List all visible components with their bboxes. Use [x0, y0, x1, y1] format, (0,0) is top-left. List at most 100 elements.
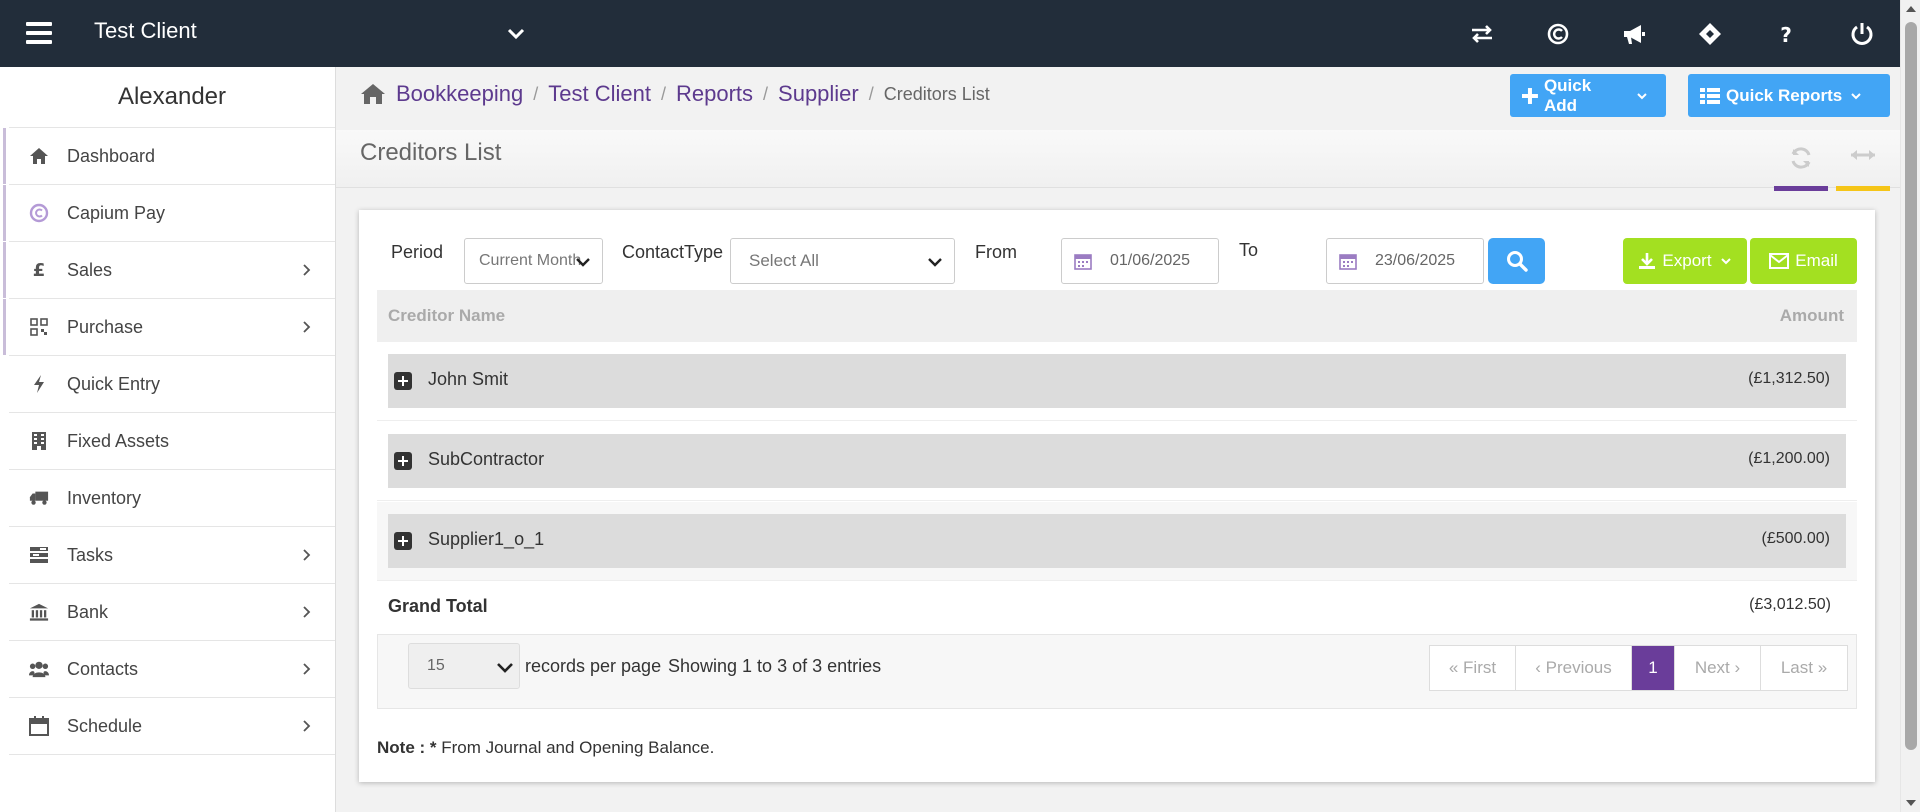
- export-button[interactable]: Export: [1623, 238, 1747, 284]
- sidebar-item-label: Sales: [67, 259, 113, 280]
- refresh-button[interactable]: [1774, 145, 1828, 191]
- breadcrumb-supplier[interactable]: Supplier: [778, 81, 859, 107]
- period-label: Period: [391, 242, 444, 262]
- from-date-input[interactable]: 01/06/2025: [1061, 238, 1219, 284]
- sidebar-item-label: Contacts: [67, 658, 139, 679]
- chevron-down-icon: [928, 258, 942, 267]
- sidebar-item-contacts[interactable]: Contacts: [9, 641, 335, 698]
- sidebar-item-dashboard[interactable]: Dashboard: [3, 128, 335, 185]
- sidebar-user-name: Alexander: [9, 67, 335, 128]
- download-icon: [1639, 253, 1656, 269]
- breadcrumb-reports[interactable]: Reports: [676, 81, 753, 107]
- help-icon[interactable]: ?: [1748, 0, 1824, 67]
- chevron-right-icon: [303, 264, 311, 276]
- tasks-icon: [29, 545, 49, 565]
- records-per-page-value: 15: [427, 657, 445, 674]
- creditor-amount: (£500.00): [1761, 530, 1831, 547]
- page-1-button[interactable]: 1: [1632, 646, 1675, 690]
- to-date-input[interactable]: 23/06/2025: [1326, 238, 1484, 284]
- client-dropdown-icon[interactable]: [504, 22, 528, 46]
- creditor-amount: (£1,200.00): [1748, 450, 1830, 467]
- sidebar-item-schedule[interactable]: Schedule: [9, 698, 335, 755]
- creditor-name: SubContractor: [428, 449, 545, 469]
- report-panel: Period Current Month ContactType Select …: [359, 210, 1875, 782]
- breadcrumb-bookkeeping[interactable]: Bookkeeping: [396, 81, 523, 107]
- creditor-amount: (£1,312.50): [1748, 370, 1830, 387]
- chevron-down-icon: [497, 663, 513, 673]
- sidebar-item-label: Quick Entry: [67, 373, 161, 394]
- sidebar: Alexander Dashboard Capium Pay £ Sales P…: [0, 67, 336, 812]
- table-row: Supplier1_o_1 (£500.00): [377, 502, 1857, 581]
- expand-row-icon[interactable]: [394, 532, 412, 550]
- scroll-down-icon[interactable]: [1906, 800, 1916, 806]
- breadcrumb-test-client[interactable]: Test Client: [548, 81, 651, 107]
- pager: « First ‹ Previous 1 Next › Last »: [1429, 645, 1848, 691]
- capium-pay-icon: [29, 203, 49, 223]
- capium-icon[interactable]: [1520, 0, 1596, 67]
- sidebar-item-bank[interactable]: Bank: [9, 584, 335, 641]
- contact-type-select[interactable]: Select All: [730, 238, 955, 284]
- refresh-icon: [1791, 147, 1811, 169]
- vertical-scrollbar[interactable]: [1900, 0, 1920, 812]
- breadcrumb-separator: /: [533, 83, 539, 104]
- list-icon: [1700, 87, 1720, 104]
- scrollbar-thumb[interactable]: [1905, 22, 1917, 750]
- creditor-row[interactable]: John Smit (£1,312.50): [388, 354, 1846, 408]
- page-title: Creditors List: [360, 139, 502, 166]
- sidebar-item-label: Fixed Assets: [67, 430, 170, 451]
- quick-add-button[interactable]: Quick Add: [1510, 74, 1666, 117]
- expand-row-icon[interactable]: [394, 372, 412, 390]
- from-date-value: 01/06/2025: [1110, 252, 1191, 269]
- sidebar-item-label: Purchase: [67, 316, 144, 337]
- creditor-row[interactable]: SubContractor (£1,200.00): [388, 434, 1846, 488]
- truck-icon: [29, 488, 49, 508]
- sidebar-item-label: Dashboard: [67, 145, 156, 166]
- filter-row: Period Current Month ContactType Select …: [359, 228, 1875, 284]
- sidebar-item-sales[interactable]: £ Sales: [3, 242, 335, 299]
- sidebar-item-inventory[interactable]: Inventory: [9, 470, 335, 527]
- plus-icon: [1522, 87, 1538, 104]
- page-previous-button[interactable]: ‹ Previous: [1516, 646, 1632, 690]
- page-next-button[interactable]: Next ›: [1675, 646, 1761, 690]
- email-button[interactable]: Email: [1750, 238, 1857, 284]
- client-name: Test Client: [94, 18, 197, 43]
- export-label: Export: [1662, 251, 1712, 270]
- sidebar-item-fixed-assets[interactable]: Fixed Assets: [9, 413, 335, 470]
- chevron-down-icon: [1637, 92, 1647, 99]
- sidebar-item-label: Schedule: [67, 715, 143, 736]
- sidebar-item-capium-pay[interactable]: Capium Pay: [3, 185, 335, 242]
- sidebar-item-label: Inventory: [67, 487, 142, 508]
- transfer-icon[interactable]: [1444, 0, 1520, 67]
- search-button[interactable]: [1488, 238, 1545, 284]
- users-icon: [29, 659, 49, 679]
- envelope-icon: [1769, 253, 1790, 269]
- home-icon[interactable]: [360, 82, 386, 106]
- page-first-button[interactable]: « First: [1430, 646, 1516, 690]
- expand-row-icon[interactable]: [394, 452, 412, 470]
- quick-reports-button[interactable]: Quick Reports: [1688, 74, 1890, 117]
- grand-total-value: (£3,012.50): [1749, 596, 1831, 613]
- column-amount[interactable]: Amount: [1780, 306, 1844, 326]
- breadcrumb-separator: /: [868, 83, 874, 104]
- power-icon[interactable]: [1824, 0, 1900, 67]
- sidebar-item-label: Capium Pay: [67, 202, 166, 223]
- pagination-bar: 15 records per page Showing 1 to 3 of 3 …: [377, 634, 1857, 709]
- creditor-row[interactable]: Supplier1_o_1 (£500.00): [388, 514, 1846, 568]
- sidebar-item-quick-entry[interactable]: Quick Entry: [9, 356, 335, 413]
- scroll-up-icon[interactable]: [1906, 6, 1916, 12]
- records-per-page-select[interactable]: 15: [408, 643, 520, 689]
- grand-total-label: Grand Total: [388, 596, 488, 616]
- sidebar-item-tasks[interactable]: Tasks: [9, 527, 335, 584]
- menu-toggle-icon[interactable]: [26, 22, 52, 44]
- expand-button[interactable]: [1836, 145, 1890, 191]
- sidebar-item-purchase[interactable]: Purchase: [3, 299, 335, 356]
- megaphone-icon[interactable]: [1596, 0, 1672, 67]
- period-select[interactable]: Current Month: [464, 238, 603, 284]
- column-creditor-name[interactable]: Creditor Name: [388, 306, 505, 326]
- report-note: Note : * From Journal and Opening Balanc…: [377, 738, 714, 758]
- chevron-right-icon: [303, 663, 311, 675]
- title-band: [336, 130, 1900, 188]
- chevron-right-icon: [303, 321, 311, 333]
- page-last-button[interactable]: Last »: [1761, 646, 1847, 690]
- ticket-icon[interactable]: [1672, 0, 1748, 67]
